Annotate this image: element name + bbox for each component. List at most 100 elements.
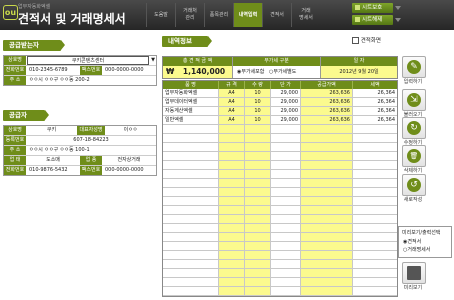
qty-cell[interactable] xyxy=(245,269,271,277)
qty-cell[interactable]: 10 xyxy=(245,98,271,106)
tax-cell[interactable] xyxy=(353,269,397,277)
price-cell[interactable] xyxy=(271,125,301,133)
item-name-cell[interactable] xyxy=(163,170,219,178)
item-name-cell[interactable]: 업무데이터엑셀 xyxy=(163,98,219,106)
spec-cell[interactable] xyxy=(219,143,245,151)
spec-cell[interactable] xyxy=(219,296,245,297)
table-row[interactable] xyxy=(163,197,397,206)
tab-details[interactable]: 내역입력 xyxy=(233,3,262,27)
qty-cell[interactable] xyxy=(245,179,271,187)
preview-statement-option[interactable]: ○거래명세서 xyxy=(399,245,451,253)
item-name-cell[interactable] xyxy=(163,287,219,295)
supply-cell[interactable] xyxy=(301,233,353,241)
table-row[interactable] xyxy=(163,287,397,296)
table-row[interactable] xyxy=(163,278,397,287)
tab-items[interactable]: 품목관리 xyxy=(204,3,233,27)
chevron-down-icon[interactable]: ▼ xyxy=(150,56,156,65)
spec-cell[interactable] xyxy=(219,179,245,187)
qty-cell[interactable] xyxy=(245,260,271,268)
table-row[interactable] xyxy=(163,260,397,269)
supply-cell[interactable] xyxy=(301,260,353,268)
spec-cell[interactable] xyxy=(219,251,245,259)
spec-cell[interactable]: A4 xyxy=(219,98,245,106)
qty-cell[interactable] xyxy=(245,152,271,160)
spec-cell[interactable] xyxy=(219,269,245,277)
spec-cell[interactable] xyxy=(219,233,245,241)
supplier-phone[interactable]: 010-9876-5432 xyxy=(26,166,80,175)
qty-cell[interactable] xyxy=(245,206,271,214)
print-screen-checkbox[interactable]: 견적화면 xyxy=(352,36,381,44)
edit-button[interactable]: ↻ xyxy=(402,117,426,139)
price-cell[interactable]: 29,000 xyxy=(271,116,301,124)
vat-include-option[interactable]: 부가세포함 xyxy=(241,69,264,75)
price-cell[interactable] xyxy=(271,179,301,187)
tax-cell[interactable] xyxy=(353,179,397,187)
new-button[interactable]: ↺ xyxy=(402,174,426,196)
supply-cell[interactable] xyxy=(301,215,353,223)
supply-cell[interactable] xyxy=(301,206,353,214)
supply-cell[interactable]: 263,636 xyxy=(301,107,353,115)
qty-cell[interactable] xyxy=(245,161,271,169)
qty-cell[interactable] xyxy=(245,233,271,241)
supply-cell[interactable] xyxy=(301,179,353,187)
price-cell[interactable] xyxy=(271,296,301,297)
table-row[interactable]: 업무데이터엑셀 A4 10 29,000 263,636 26,364 xyxy=(163,98,397,107)
table-row[interactable] xyxy=(163,170,397,179)
qty-cell[interactable]: 10 xyxy=(245,116,271,124)
spec-cell[interactable] xyxy=(219,278,245,286)
price-cell[interactable] xyxy=(271,233,301,241)
qty-cell[interactable] xyxy=(245,287,271,295)
qty-cell[interactable] xyxy=(245,134,271,142)
spec-cell[interactable] xyxy=(219,170,245,178)
qty-cell[interactable] xyxy=(245,215,271,223)
qty-cell[interactable] xyxy=(245,125,271,133)
qty-cell[interactable]: 10 xyxy=(245,107,271,115)
item-name-cell[interactable]: 자동계산엑셀 xyxy=(163,107,219,115)
spec-cell[interactable]: A4 xyxy=(219,89,245,97)
price-cell[interactable]: 29,000 xyxy=(271,98,301,106)
price-cell[interactable] xyxy=(271,278,301,286)
supplier-business-type[interactable]: 도소매 xyxy=(26,156,80,165)
price-cell[interactable] xyxy=(271,188,301,196)
table-row[interactable] xyxy=(163,125,397,134)
item-name-cell[interactable] xyxy=(163,278,219,286)
tax-cell[interactable] xyxy=(353,197,397,205)
supply-cell[interactable] xyxy=(301,197,353,205)
spec-cell[interactable] xyxy=(219,287,245,295)
qty-cell[interactable] xyxy=(245,242,271,250)
spec-cell[interactable] xyxy=(219,206,245,214)
item-name-cell[interactable] xyxy=(163,197,219,205)
table-row[interactable] xyxy=(163,143,397,152)
spec-cell[interactable] xyxy=(219,188,245,196)
table-row[interactable] xyxy=(163,296,397,297)
supply-cell[interactable] xyxy=(301,161,353,169)
preview-quote-option[interactable]: ◉견적서 xyxy=(399,236,451,245)
table-row[interactable] xyxy=(163,161,397,170)
price-cell[interactable] xyxy=(271,134,301,142)
supply-cell[interactable] xyxy=(301,125,353,133)
vat-exclude-option[interactable]: 부가세별도 xyxy=(273,69,296,75)
spec-cell[interactable] xyxy=(219,224,245,232)
price-cell[interactable] xyxy=(271,152,301,160)
date-value[interactable]: 2012년 9월 20일 xyxy=(321,66,397,78)
table-row[interactable] xyxy=(163,242,397,251)
table-row[interactable]: 자동계산엑셀 A4 10 29,000 263,636 26,364 xyxy=(163,107,397,116)
qty-cell[interactable] xyxy=(245,143,271,151)
qty-cell[interactable] xyxy=(245,278,271,286)
price-cell[interactable] xyxy=(271,287,301,295)
tab-quote[interactable]: 견적서 xyxy=(262,3,291,27)
supplier-name[interactable]: 쿠키 xyxy=(26,126,77,135)
qty-cell[interactable] xyxy=(245,296,271,297)
tax-cell[interactable] xyxy=(353,233,397,241)
table-row[interactable] xyxy=(163,188,397,197)
tax-cell[interactable] xyxy=(353,287,397,295)
item-name-cell[interactable] xyxy=(163,251,219,259)
price-cell[interactable] xyxy=(271,251,301,259)
tax-cell[interactable] xyxy=(353,251,397,259)
item-name-cell[interactable] xyxy=(163,134,219,142)
item-name-cell[interactable] xyxy=(163,215,219,223)
tax-cell[interactable] xyxy=(353,224,397,232)
item-name-cell[interactable] xyxy=(163,296,219,297)
price-cell[interactable] xyxy=(271,269,301,277)
table-row[interactable] xyxy=(163,233,397,242)
